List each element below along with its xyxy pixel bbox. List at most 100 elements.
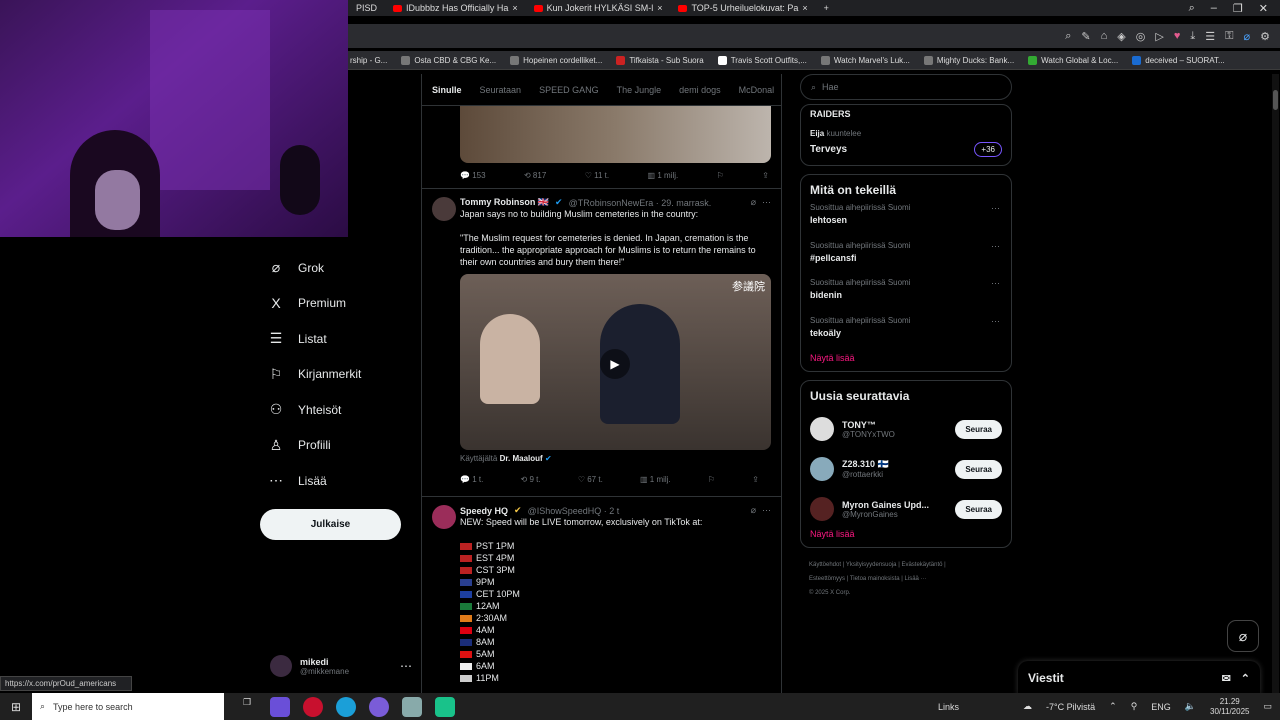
- app-icon[interactable]: [270, 696, 290, 717]
- listener-count[interactable]: +36: [974, 142, 1002, 157]
- browser-tab[interactable]: IDubbbz Has Officially Ha ×: [385, 0, 526, 16]
- links-toolbar[interactable]: Links: [938, 702, 959, 712]
- close-icon[interactable]: ×: [657, 3, 662, 13]
- follow-button[interactable]: Seuraa: [955, 459, 1002, 479]
- search-box[interactable]: ⌕ Hae: [800, 74, 1012, 100]
- tweet-handle[interactable]: @IShowSpeedHQ · 2 t: [528, 506, 620, 516]
- reply-button[interactable]: 💬 1 t.: [460, 475, 483, 484]
- screenshot-icon[interactable]: ⌂: [1101, 30, 1108, 42]
- avatar[interactable]: [432, 197, 456, 221]
- grok-icon[interactable]: ⌀: [1244, 30, 1251, 43]
- settings-icon[interactable]: ⚙: [1260, 30, 1270, 43]
- more-icon[interactable]: ⋯: [762, 197, 771, 208]
- taskbar-search[interactable]: ⌕ Type here to search: [32, 693, 224, 720]
- tweet-handle[interactable]: @TRobinsonNewEra · 29. marrask.: [569, 198, 712, 208]
- play-icon[interactable]: ▷: [1155, 30, 1163, 43]
- network-icon[interactable]: ⚲: [1131, 701, 1138, 712]
- sidebar-item-premium[interactable]: X Premium: [256, 286, 416, 322]
- like-button[interactable]: ♡ 11 t.: [585, 171, 609, 180]
- sidebar-item-lists[interactable]: ☰ Listat: [256, 321, 416, 357]
- scrollbar-thumb[interactable]: [1273, 90, 1278, 110]
- follow-button[interactable]: Seuraa: [955, 419, 1002, 439]
- tab-list[interactable]: The Jungle: [617, 85, 662, 95]
- avatar[interactable]: [810, 457, 834, 481]
- tab-for-you[interactable]: Sinulle: [432, 85, 462, 95]
- bookmark-icon[interactable]: ⚐: [708, 475, 715, 484]
- tweet-media[interactable]: [460, 106, 771, 163]
- bookmark-item[interactable]: Mighty Ducks: Bank...: [923, 55, 1014, 65]
- reply-button[interactable]: 💬 153: [460, 171, 486, 180]
- follow-button[interactable]: Seuraa: [955, 499, 1002, 519]
- search-icon[interactable]: ⌕: [1189, 2, 1195, 15]
- live-space-card[interactable]: RAIDERS Eija kuuntelee Terveys +36: [800, 104, 1012, 166]
- grok-button[interactable]: ⌀: [1227, 620, 1259, 652]
- sidebar-item-more[interactable]: ⋯ Lisää: [256, 463, 416, 499]
- show-more-link[interactable]: Näytä lisää: [810, 353, 1002, 363]
- follow-suggestion[interactable]: Z28.310 🇫🇮 @rottaerkki Seuraa: [810, 449, 1002, 489]
- edge-icon[interactable]: [336, 696, 356, 717]
- edit-icon[interactable]: ✎: [1081, 30, 1090, 43]
- bookmark-item[interactable]: Travis Scott Outfits,...: [717, 55, 807, 65]
- share-icon[interactable]: ⇪: [762, 171, 769, 180]
- windows-start-icon[interactable]: ⊞: [0, 700, 32, 714]
- avatar[interactable]: [432, 505, 456, 529]
- app-icon[interactable]: [435, 696, 455, 717]
- menu-icon[interactable]: ☰: [1205, 30, 1215, 43]
- tab-list[interactable]: SPEED GANG: [539, 85, 599, 95]
- show-more-link[interactable]: Näytä lisää: [810, 529, 1002, 539]
- follow-suggestion[interactable]: TONY™ @TONYxTWO Seuraa: [810, 409, 1002, 449]
- follow-suggestion[interactable]: Myron Gaines Upd... @MyronGaines Seuraa: [810, 489, 1002, 529]
- more-icon[interactable]: ⋯: [991, 203, 1000, 214]
- publish-button[interactable]: Julkaise: [260, 509, 401, 540]
- footer-link[interactable]: Tietoa mainoksista: [850, 576, 900, 582]
- sidebar-item-grok[interactable]: ⌀ Grok: [256, 250, 416, 286]
- discord-icon[interactable]: [369, 696, 389, 717]
- sidebar-item-communities[interactable]: ⚇ Yhteisöt: [256, 392, 416, 428]
- zoom-icon[interactable]: ⌕: [1065, 30, 1071, 43]
- more-icon[interactable]: ⋯: [400, 659, 412, 673]
- language[interactable]: ENG: [1151, 702, 1171, 712]
- shield-icon[interactable]: ◈: [1117, 30, 1125, 43]
- share-icon[interactable]: ⇪: [752, 475, 759, 484]
- bookmark-item[interactable]: Watch Marvel's Luk...: [820, 55, 910, 65]
- chevron-up-icon[interactable]: ⌃: [1241, 672, 1250, 685]
- bookmark-item[interactable]: Watch Global & Loc...: [1028, 55, 1118, 65]
- bookmark-item[interactable]: Hopeinen cordelliket...: [510, 55, 602, 65]
- footer-link[interactable]: Esteettömyys: [809, 576, 845, 582]
- tweet[interactable]: Speedy HQ ✔ @IShowSpeedHQ · 2 t ⌀ ⋯ NEW:…: [422, 497, 781, 684]
- play-icon[interactable]: ▶: [600, 349, 630, 379]
- sidebar-item-profile[interactable]: ♙ Profiili: [256, 428, 416, 464]
- bookmark-item[interactable]: deceived – SUORAT...: [1132, 55, 1225, 65]
- weather[interactable]: -7°C Pilvistä: [1046, 702, 1095, 712]
- bookmark-icon[interactable]: ⚐: [717, 171, 724, 180]
- trend-item[interactable]: Suosittua aihepiirissä Suomi bidenin ⋯: [810, 278, 1002, 316]
- clock[interactable]: 21.29 30/11/2025: [1210, 697, 1249, 717]
- notification-icon[interactable]: ▭: [1263, 701, 1272, 712]
- tab-list[interactable]: demi dogs: [679, 85, 721, 95]
- tweet-video[interactable]: ▶ 参議院: [460, 274, 771, 450]
- messages-drawer[interactable]: Viestit ✉ ⌃: [1018, 661, 1260, 695]
- heart-icon[interactable]: ♥: [1174, 30, 1181, 42]
- tweet-author[interactable]: Tommy Robinson 🇬🇧: [460, 197, 549, 208]
- app-icon[interactable]: [402, 696, 422, 717]
- bookmark-item[interactable]: Osta CBD & CBG Ke...: [401, 55, 496, 65]
- footer-link[interactable]: Lisää ···: [905, 576, 927, 582]
- more-icon[interactable]: ⋯: [991, 278, 1000, 289]
- more-icon[interactable]: ⋯: [991, 316, 1000, 327]
- extension-icon[interactable]: ◎: [1136, 30, 1146, 43]
- bookmark-item[interactable]: Tifkaista - Sub Suora: [616, 55, 704, 65]
- views-button[interactable]: ▥ 1 milj.: [648, 171, 679, 180]
- browser-tab[interactable]: TOP-5 Urheiluelokuvat: Pa ×: [670, 0, 815, 16]
- close-icon[interactable]: ×: [802, 3, 807, 13]
- sidebar-item-bookmarks[interactable]: ⚐ Kirjanmerkit: [256, 357, 416, 393]
- avatar[interactable]: [810, 497, 834, 521]
- new-tab-button[interactable]: +: [816, 0, 837, 16]
- more-icon[interactable]: ⋯: [762, 505, 771, 516]
- volume-icon[interactable]: 🔈: [1185, 701, 1196, 712]
- grok-icon[interactable]: ⌀: [751, 197, 756, 208]
- download-icon[interactable]: ⤓: [1190, 30, 1195, 43]
- footer-link[interactable]: Käyttöehdot: [809, 562, 841, 568]
- scrollbar[interactable]: [1272, 74, 1279, 693]
- more-icon[interactable]: ⋯: [991, 241, 1000, 252]
- trend-item[interactable]: Suosittua aihepiirissä Suomi lehtosen ⋯: [810, 203, 1002, 241]
